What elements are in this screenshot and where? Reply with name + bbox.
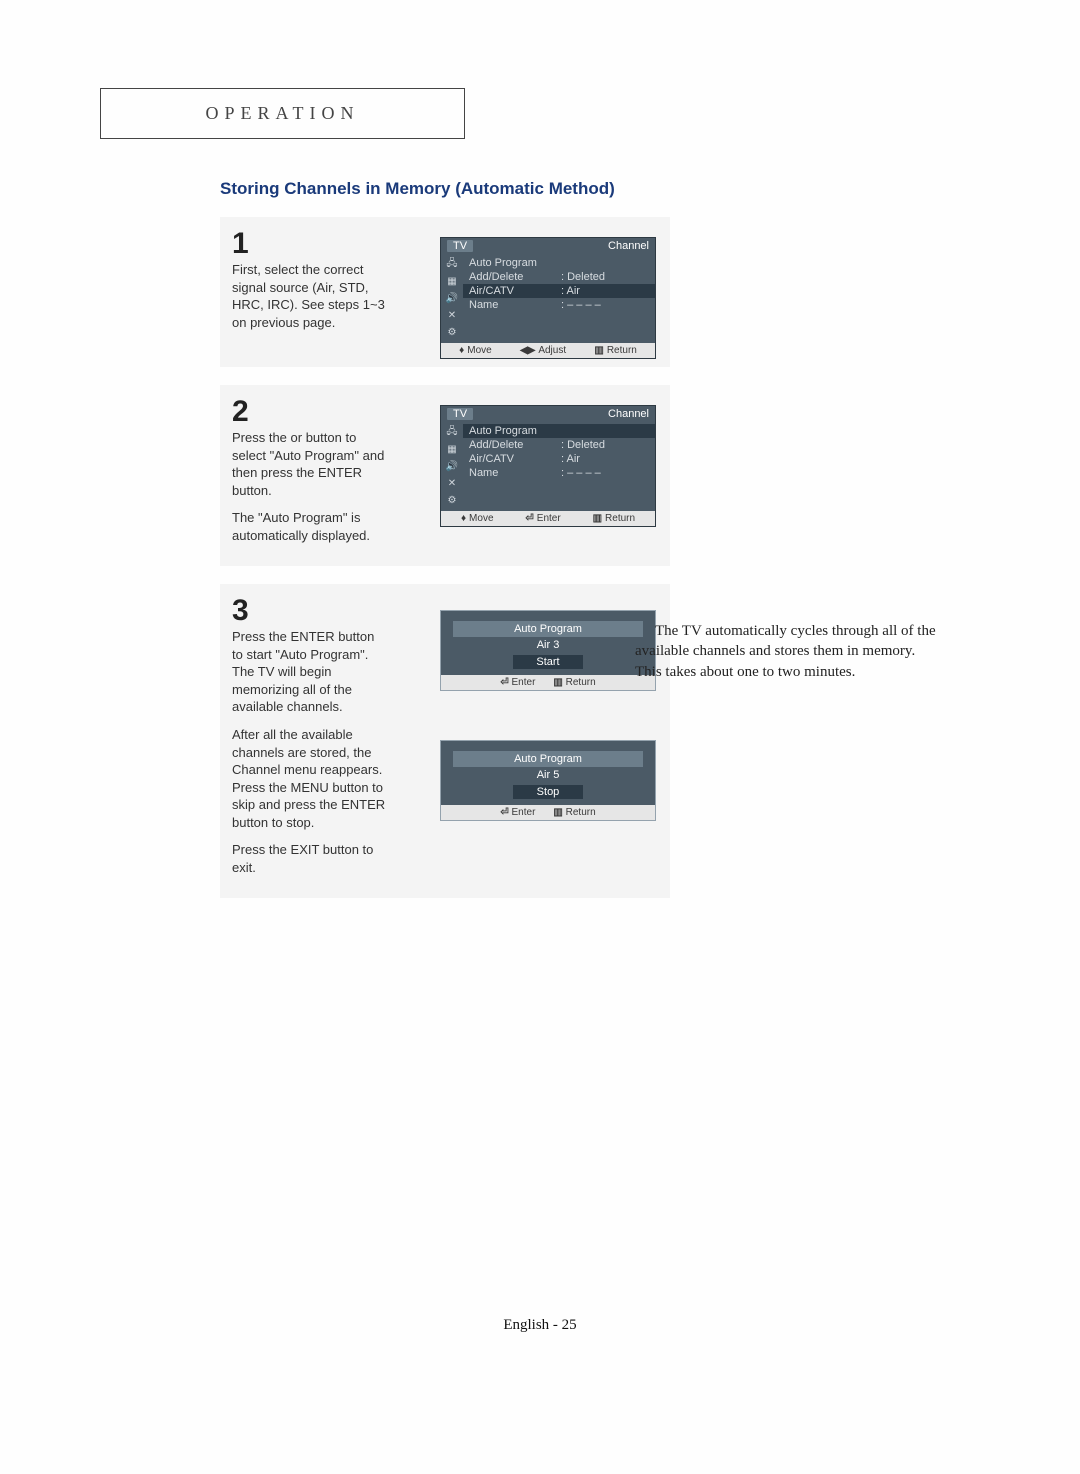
popup-foot-label: Enter xyxy=(512,677,536,688)
sound-icon: 🔊 xyxy=(445,460,459,473)
osd-tv-badge: TV xyxy=(447,408,473,420)
popup-footer: ⏎ Enter ▥ Return xyxy=(441,805,655,820)
antenna-icon: 🖧 xyxy=(445,258,459,271)
osd-popup-start: Auto Program Air 3 Start ⏎ Enter ▥ Retur… xyxy=(440,610,656,691)
section-header: OPERATION xyxy=(100,88,465,139)
osd-row-selected[interactable]: Auto Program xyxy=(463,424,655,438)
osd-label: Add/Delete xyxy=(469,439,561,451)
menu-icon: ▥ xyxy=(553,807,562,818)
sound-icon: 🔊 xyxy=(445,292,459,305)
osd-menu: TV Channel 🖧 ▦ 🔊 ✕ ⚙ Auto Program xyxy=(440,237,656,359)
popup-line: Air 5 xyxy=(441,767,655,783)
page-footer: English - 25 xyxy=(0,1317,1080,1334)
leftright-icon: ◀▶ xyxy=(520,345,535,356)
menu-icon: ▥ xyxy=(594,345,603,356)
osd-row[interactable]: Add/Delete : Deleted xyxy=(463,438,655,452)
osd-foot-label: Return xyxy=(607,345,637,356)
osd-value: : Air xyxy=(561,285,580,297)
osd-label: Air/CATV xyxy=(469,285,561,297)
popup-foot-label: Return xyxy=(566,677,596,688)
osd-foot-label: Adjust xyxy=(538,345,566,356)
osd-value: : – – – – xyxy=(561,467,601,479)
osd-row-selected[interactable]: Air/CATV : Air xyxy=(463,284,655,298)
osd-label: Air/CATV xyxy=(469,453,561,465)
section-title: OPERATION xyxy=(205,103,359,123)
osd-icon-column: 🖧 ▦ 🔊 ✕ ⚙ xyxy=(441,254,463,343)
page-subtitle: Storing Channels in Memory (Automatic Me… xyxy=(220,179,980,199)
osd-value: : Deleted xyxy=(561,439,605,451)
osd-menu: TV Channel 🖧 ▦ 🔊 ✕ ⚙ Auto Program xyxy=(440,405,656,527)
osd-footer: ♦Move ◀▶Adjust ▥ Return xyxy=(441,343,655,358)
osd-foot-label: Enter xyxy=(537,513,561,524)
stop-button[interactable]: Stop xyxy=(513,785,583,799)
antenna-icon: 🖧 xyxy=(445,426,459,439)
osd-row[interactable]: Add/Delete : Deleted xyxy=(463,270,655,284)
osd-footer: ♦Move ⏎ Enter ▥Return xyxy=(441,511,655,526)
step-paragraph: First, select the correct signal source … xyxy=(232,261,387,331)
osd-label: Auto Program xyxy=(469,257,561,269)
step-2: 2 Press the or button to select "Auto Pr… xyxy=(220,385,670,566)
page: OPERATION Storing Channels in Memory (Au… xyxy=(0,0,1080,898)
step-text: Press the ENTER button to start "Auto Pr… xyxy=(232,628,387,876)
osd-value: : Air xyxy=(561,453,580,465)
osd-list: Auto Program Add/Delete : Deleted Air/CA… xyxy=(463,254,655,343)
osd-foot-label: Return xyxy=(605,513,635,524)
osd-foot-label: Move xyxy=(469,513,493,524)
step-3: 3 Press the ENTER button to start "Auto … xyxy=(220,584,670,898)
osd-value: : – – – – xyxy=(561,299,601,311)
updown-icon: ♦ xyxy=(459,345,464,356)
osd-list: Auto Program Add/Delete : Deleted Air/CA… xyxy=(463,422,655,511)
step-paragraph: Press the ENTER button to start "Auto Pr… xyxy=(232,628,387,716)
updown-icon: ♦ xyxy=(461,513,466,524)
osd-row[interactable]: Name : – – – – xyxy=(463,466,655,480)
osd-row[interactable]: Name : – – – – xyxy=(463,298,655,312)
menu-icon: ▥ xyxy=(553,677,562,688)
enter-icon: ⏎ xyxy=(500,807,508,818)
popup-foot-label: Enter xyxy=(512,807,536,818)
step-text: First, select the correct signal source … xyxy=(232,261,387,331)
picture-icon: ▦ xyxy=(445,275,459,288)
setup-icon: ✕ xyxy=(445,477,459,490)
sliders-icon: ⚙ xyxy=(445,494,459,507)
osd-tv-badge: TV xyxy=(447,240,473,252)
popup-foot-label: Return xyxy=(566,807,596,818)
step-paragraph: The "Auto Program" is automatically disp… xyxy=(232,509,387,544)
popup-title: Auto Program xyxy=(453,751,643,767)
osd-title: Channel xyxy=(608,240,649,252)
sidenote-paragraph: This takes about one to two minutes. xyxy=(635,662,975,682)
side-note: The TV automatically cycles through all … xyxy=(635,621,975,682)
sliders-icon: ⚙ xyxy=(445,326,459,339)
osd-label: Name xyxy=(469,467,561,479)
osd-value: : Deleted xyxy=(561,271,605,283)
step-paragraph: Press the EXIT button to exit. xyxy=(232,841,387,876)
setup-icon: ✕ xyxy=(445,309,459,322)
picture-icon: ▦ xyxy=(445,443,459,456)
osd-popup-stop: Auto Program Air 5 Stop ⏎ Enter ▥ Return xyxy=(440,740,656,821)
osd-label: Add/Delete xyxy=(469,271,561,283)
osd-foot-label: Move xyxy=(467,345,491,356)
osd-icon-column: 🖧 ▦ 🔊 ✕ ⚙ xyxy=(441,422,463,511)
enter-icon: ⏎ xyxy=(500,677,508,688)
popup-footer: ⏎ Enter ▥ Return xyxy=(441,675,655,690)
osd-label: Auto Program xyxy=(469,425,561,437)
start-button[interactable]: Start xyxy=(513,655,583,669)
step-text: Press the or button to select "Auto Prog… xyxy=(232,429,387,544)
sidenote-paragraph: The TV automatically cycles through all … xyxy=(635,621,975,662)
step-paragraph: Press the or button to select "Auto Prog… xyxy=(232,429,387,499)
osd-row[interactable]: Air/CATV : Air xyxy=(463,452,655,466)
osd-title: Channel xyxy=(608,408,649,420)
step-1: 1 First, select the correct signal sourc… xyxy=(220,217,670,367)
popup-line: Air 3 xyxy=(441,637,655,653)
osd-row[interactable]: Auto Program xyxy=(463,256,655,270)
menu-icon: ▥ xyxy=(593,513,602,524)
popup-title: Auto Program xyxy=(453,621,643,637)
enter-icon: ⏎ xyxy=(525,513,533,524)
step-paragraph: After all the available channels are sto… xyxy=(232,726,387,831)
osd-label: Name xyxy=(469,299,561,311)
